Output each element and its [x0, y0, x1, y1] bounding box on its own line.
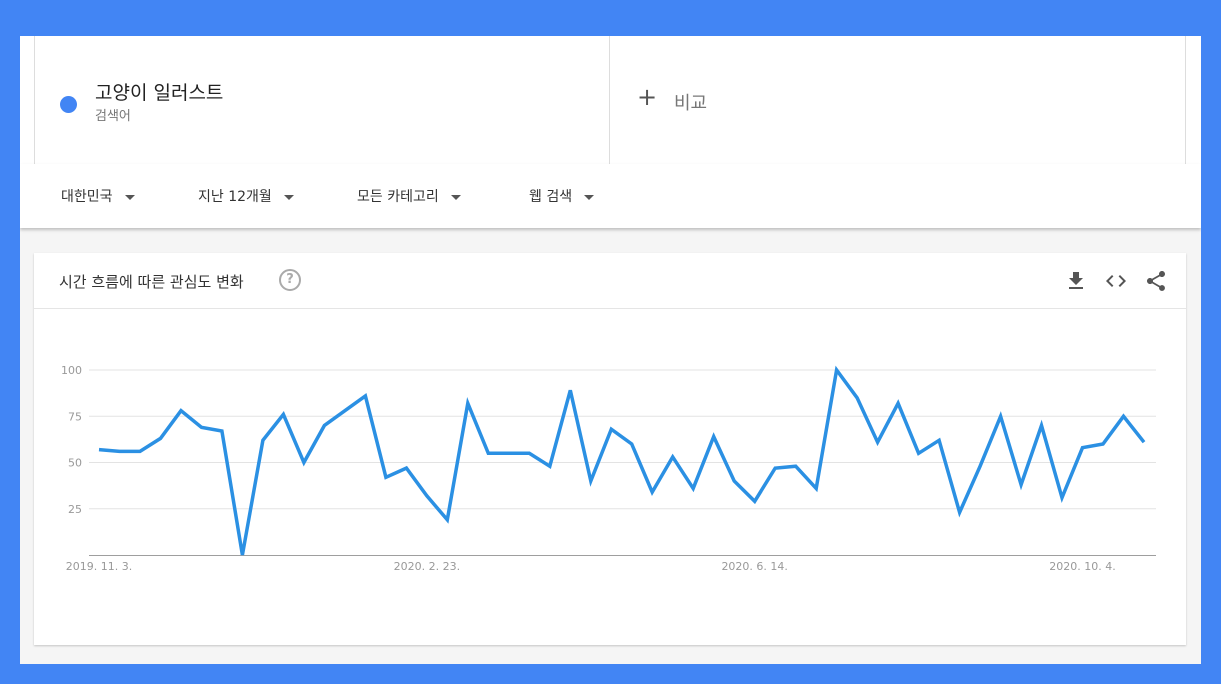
compare-label[interactable]: 비교 [674, 89, 707, 115]
x-axis-ticks: 2019. 11. 3. 2020. 2. 23. 2020. 6. 14. 2020… [66, 560, 1116, 573]
y-tick-label: 75 [68, 410, 82, 423]
caret-down-icon [124, 194, 135, 200]
data-point[interactable] [954, 506, 966, 518]
data-point[interactable] [236, 549, 248, 561]
caret-down-icon [450, 194, 461, 200]
data-point[interactable] [216, 425, 228, 437]
data-point[interactable] [913, 447, 925, 459]
data-point[interactable] [1097, 438, 1109, 450]
y-axis-ticks: 25 50 75 100 [61, 364, 82, 516]
data-point[interactable] [872, 436, 884, 448]
data-point[interactable] [687, 482, 699, 494]
data-point[interactable] [380, 471, 392, 483]
data-point[interactable] [1077, 442, 1089, 454]
x-tick-label: 2020. 6. 14. [721, 560, 787, 573]
x-tick-label: 2020. 2. 23. [394, 560, 460, 573]
data-point[interactable] [195, 421, 207, 433]
data-point[interactable] [1036, 420, 1048, 432]
data-point[interactable] [339, 405, 351, 417]
data-point[interactable] [974, 460, 986, 472]
data-point[interactable] [1015, 479, 1027, 491]
search-type-filter-label: 웹 검색 [529, 189, 573, 205]
search-term-type: 검색어 [95, 109, 131, 124]
search-terms-bar: 고양이 일러스트 검색어 + 비교 [20, 36, 1201, 165]
data-point[interactable] [1118, 410, 1130, 422]
data-point[interactable] [441, 514, 453, 526]
data-point[interactable] [810, 482, 822, 494]
data-point[interactable] [1138, 436, 1150, 448]
y-tick-label: 100 [61, 364, 82, 377]
caret-down-icon [283, 194, 294, 200]
data-point[interactable] [113, 445, 125, 457]
share-icon[interactable] [1144, 269, 1168, 293]
data-point[interactable] [708, 431, 720, 443]
data-point[interactable] [892, 397, 904, 409]
data-point[interactable] [400, 462, 412, 474]
data-point[interactable] [933, 434, 945, 446]
data-point[interactable] [605, 423, 617, 435]
search-type-filter[interactable]: 웹 검색 [529, 186, 595, 206]
caret-down-icon [584, 194, 595, 200]
data-point[interactable] [318, 420, 330, 432]
data-point[interactable] [523, 447, 535, 459]
data-point[interactable] [134, 445, 146, 457]
data-point[interactable] [831, 364, 843, 376]
period-filter-label: 지난 12개월 [198, 189, 272, 205]
data-point[interactable] [646, 486, 658, 498]
data-point[interactable] [749, 495, 761, 507]
line-chart: 25 50 75 100 2019. 11. 3. 2020. 2. 23. 2020. … [61, 364, 1156, 573]
series-color-dot [60, 96, 77, 113]
region-filter[interactable]: 대한민국 [61, 186, 135, 206]
x-tick-label: 2020. 10. 4. [1049, 560, 1115, 573]
data-point[interactable] [667, 451, 679, 463]
period-filter[interactable]: 지난 12개월 [198, 186, 294, 206]
data-point[interactable] [298, 457, 310, 469]
data-point[interactable] [1056, 492, 1068, 504]
download-icon[interactable] [1064, 269, 1088, 293]
category-filter-label: 모든 카테고리 [357, 189, 439, 205]
interest-over-time-card: 시간 흐름에 따른 관심도 변화 ? 25 50 75 100 2019. 11. 3… [34, 253, 1186, 645]
plus-icon[interactable]: + [637, 85, 657, 109]
data-point[interactable] [851, 392, 863, 404]
compare-card[interactable]: + 비교 [610, 36, 1186, 164]
filter-bar: 대한민국 지난 12개월 모든 카테고리 웹 검색 [20, 164, 1201, 228]
embed-icon[interactable] [1104, 269, 1128, 293]
data-point[interactable] [421, 490, 433, 502]
search-term-card[interactable]: 고양이 일러스트 검색어 [34, 36, 610, 164]
data-point[interactable] [626, 438, 638, 450]
data-point[interactable] [482, 447, 494, 459]
help-icon[interactable]: ? [279, 269, 301, 291]
data-point[interactable] [728, 475, 740, 487]
region-filter-label: 대한민국 [61, 189, 113, 205]
data-point[interactable] [93, 444, 105, 456]
data-point[interactable] [564, 384, 576, 396]
x-tick-label: 2019. 11. 3. [66, 560, 132, 573]
data-point[interactable] [359, 390, 371, 402]
card-header: 시간 흐름에 따른 관심도 변화 ? [34, 253, 1186, 309]
data-point[interactable] [175, 405, 187, 417]
data-point[interactable] [585, 475, 597, 487]
data-point[interactable] [277, 408, 289, 420]
search-term-name[interactable]: 고양이 일러스트 [95, 78, 223, 105]
y-tick-label: 25 [68, 503, 82, 516]
trends-page: 고양이 일러스트 검색어 + 비교 대한민국 지난 12개월 모든 카테고리 웹… [20, 36, 1201, 664]
data-point[interactable] [257, 434, 269, 446]
data-point[interactable] [154, 432, 166, 444]
data-point[interactable] [503, 447, 515, 459]
data-point[interactable] [995, 410, 1007, 422]
data-point[interactable] [769, 462, 781, 474]
data-point[interactable] [462, 397, 474, 409]
category-filter[interactable]: 모든 카테고리 [357, 186, 461, 206]
y-tick-label: 50 [68, 457, 82, 470]
data-point[interactable] [790, 460, 802, 472]
data-point[interactable] [544, 460, 556, 472]
card-title: 시간 흐름에 따른 관심도 변화 [59, 273, 244, 291]
